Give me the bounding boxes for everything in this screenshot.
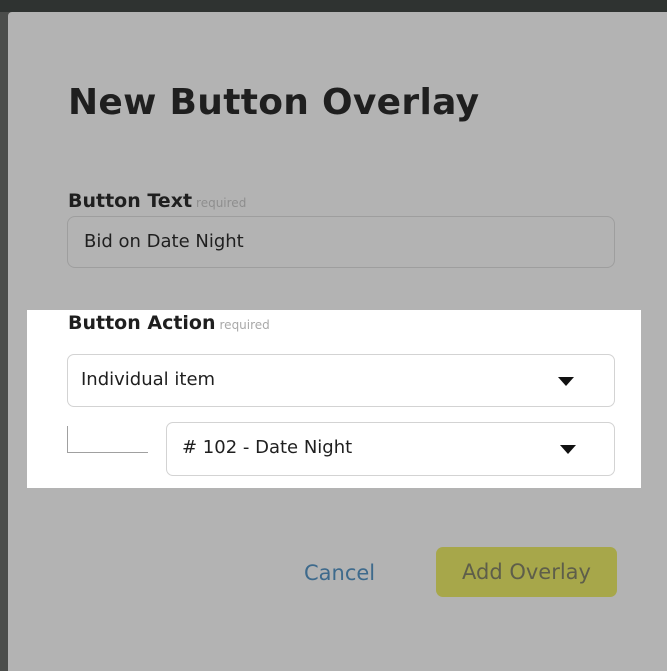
caret-down-icon: [560, 445, 576, 454]
button-text-label: Button Text required: [68, 190, 246, 212]
add-overlay-button[interactable]: Add Overlay: [436, 547, 617, 597]
new-button-overlay-dialog: New Button Overlay Button Text required B…: [8, 12, 667, 671]
button-action-label-text: Button Action: [68, 312, 216, 334]
caret-down-icon: [558, 377, 574, 386]
button-text-input[interactable]: Bid on Date Night: [67, 216, 615, 268]
item-select[interactable]: # 102 - Date Night: [166, 422, 615, 476]
page: New Button Overlay Button Text required B…: [0, 0, 667, 671]
dialog-title: New Button Overlay: [68, 82, 480, 123]
tree-connector: [67, 426, 148, 453]
action-type-value: Individual item: [81, 369, 216, 390]
button-text-label-text: Button Text: [68, 190, 193, 212]
cancel-button[interactable]: Cancel: [304, 548, 375, 598]
background-strip: [0, 0, 667, 12]
button-action-label: Button Action required: [68, 312, 270, 334]
button-text-required-hint: required: [196, 196, 247, 210]
action-type-select[interactable]: Individual item: [67, 354, 615, 407]
item-value: # 102 - Date Night: [182, 437, 353, 458]
button-action-required-hint: required: [219, 318, 270, 332]
